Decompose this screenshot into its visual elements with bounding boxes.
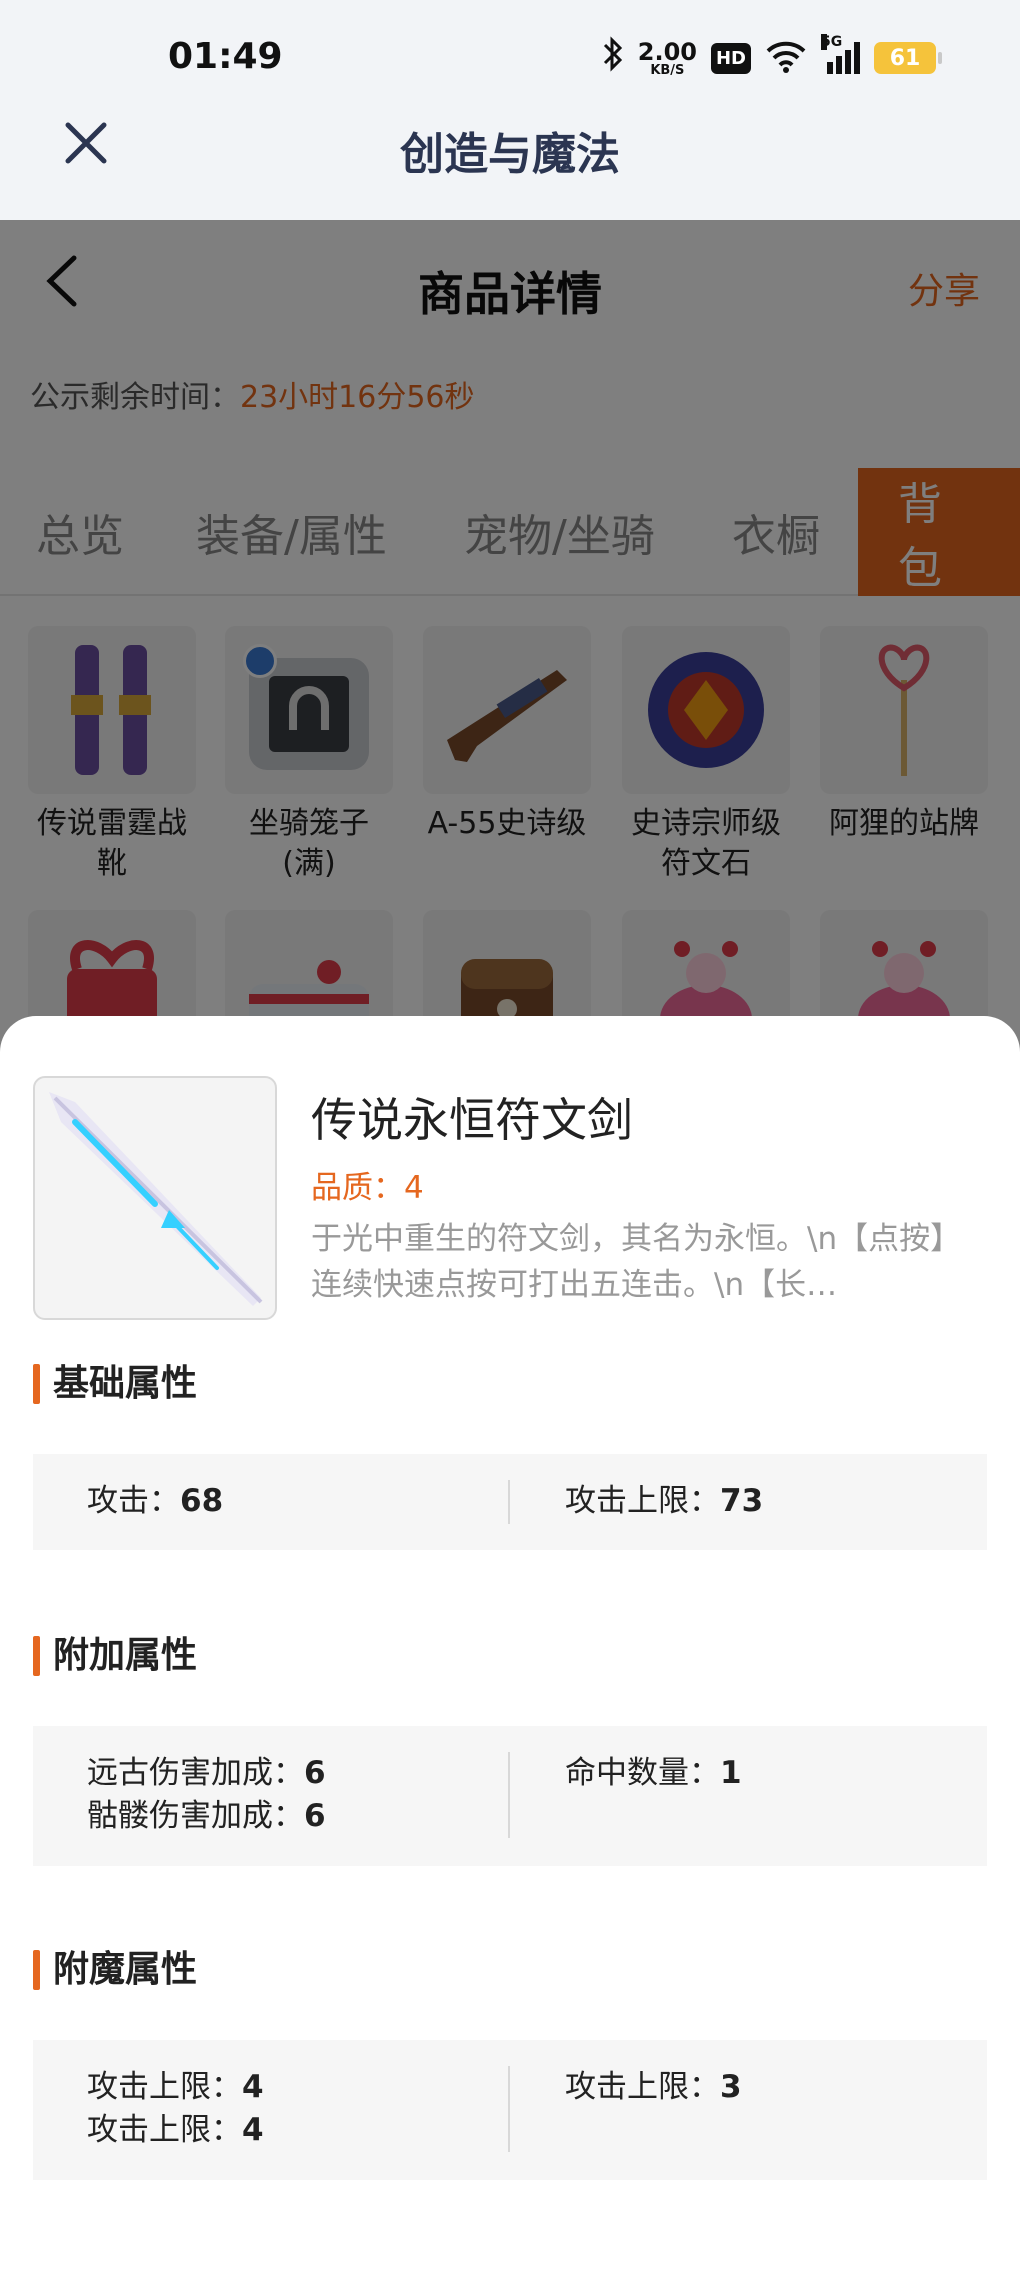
attribute-row: 攻击：68	[87, 1480, 223, 1523]
attribute-value: 1	[720, 1755, 742, 1791]
enchant-attributes: 攻击上限：4 攻击上限：4 攻击上限：3	[33, 2040, 987, 2180]
network-speed: 2.00 KB/S	[638, 40, 697, 77]
cellular-signal-icon: 5G	[821, 34, 860, 74]
column-divider	[508, 1752, 510, 1838]
attribute-row: 命中数量：1	[565, 1752, 742, 1795]
attribute-row: 攻击上限：4	[87, 2066, 264, 2109]
section-title-enchant: 附魔属性	[33, 1948, 197, 1992]
attribute-value: 6	[304, 1755, 326, 1791]
attribute-label: 骷髅伤害加成：	[87, 1798, 304, 1834]
column-divider	[508, 1480, 510, 1524]
network-speed-value: 2.00	[637, 37, 697, 66]
attribute-left-column: 攻击上限：4 攻击上限：4	[87, 2066, 264, 2152]
attribute-right-column: 命中数量：1	[565, 1752, 742, 1795]
wifi-icon	[765, 39, 807, 77]
attribute-left-column: 攻击：68	[87, 1480, 223, 1523]
attribute-row: 骷髅伤害加成：6	[87, 1795, 326, 1838]
attribute-right-column: 攻击上限：73	[565, 1480, 763, 1523]
section-title-extra: 附加属性	[33, 1634, 197, 1678]
attribute-row: 攻击上限：3	[565, 2066, 742, 2109]
status-time: 01:49	[168, 36, 283, 77]
battery-indicator: 61	[874, 42, 942, 74]
basic-attributes: 攻击：68 攻击上限：73	[33, 1454, 987, 1550]
extra-attributes: 远古伤害加成：6 骷髅伤害加成：6 命中数量：1	[33, 1726, 987, 1866]
attribute-value: 68	[180, 1483, 224, 1519]
attribute-value: 6	[304, 1798, 326, 1834]
attribute-right-column: 攻击上限：3	[565, 2066, 742, 2109]
attribute-label: 攻击上限：	[87, 2112, 242, 2148]
attribute-value: 4	[242, 2069, 264, 2105]
attribute-label: 命中数量：	[565, 1755, 720, 1791]
attribute-value: 73	[720, 1483, 764, 1519]
attribute-value: 3	[720, 2069, 742, 2105]
item-quality: 品质：4	[311, 1170, 424, 1206]
attribute-label: 攻击上限：	[565, 2069, 720, 2105]
hd-badge: HD	[710, 42, 751, 74]
network-speed-unit: KB/S	[650, 62, 685, 78]
network-type-label: 5G	[821, 34, 843, 50]
attribute-row: 攻击上限：73	[565, 1480, 763, 1523]
bluetooth-icon	[602, 35, 624, 81]
item-description: 于光中重生的符文剑，其名为永恒。\n【点按】连续快速点按可打出五连击。\n【长…	[311, 1221, 962, 1303]
attribute-label: 远古伤害加成：	[87, 1755, 304, 1791]
column-divider	[508, 2066, 510, 2152]
app-title: 创造与魔法	[400, 129, 620, 180]
item-name: 传说永恒符文剑	[311, 1093, 633, 1147]
top-bar: 01:49 2.00 KB/S HD 5G 61 创造与魔法	[0, 0, 1020, 220]
attribute-row: 攻击上限：4	[87, 2109, 264, 2152]
attribute-label: 攻击上限：	[87, 2069, 242, 2105]
status-icons: 2.00 KB/S HD 5G 61	[602, 34, 942, 82]
attribute-value: 4	[242, 2112, 264, 2148]
attribute-label: 攻击上限：	[565, 1483, 720, 1519]
item-detail-sheet: 传说永恒符文剑 品质：4 于光中重生的符文剑，其名为永恒。\n【点按】连续快速点…	[0, 1016, 1020, 2278]
section-title-basic: 基础属性	[33, 1362, 197, 1406]
attribute-row: 远古伤害加成：6	[87, 1752, 326, 1795]
attribute-left-column: 远古伤害加成：6 骷髅伤害加成：6	[87, 1752, 326, 1838]
item-image	[33, 1076, 277, 1320]
attribute-label: 攻击：	[87, 1483, 180, 1519]
